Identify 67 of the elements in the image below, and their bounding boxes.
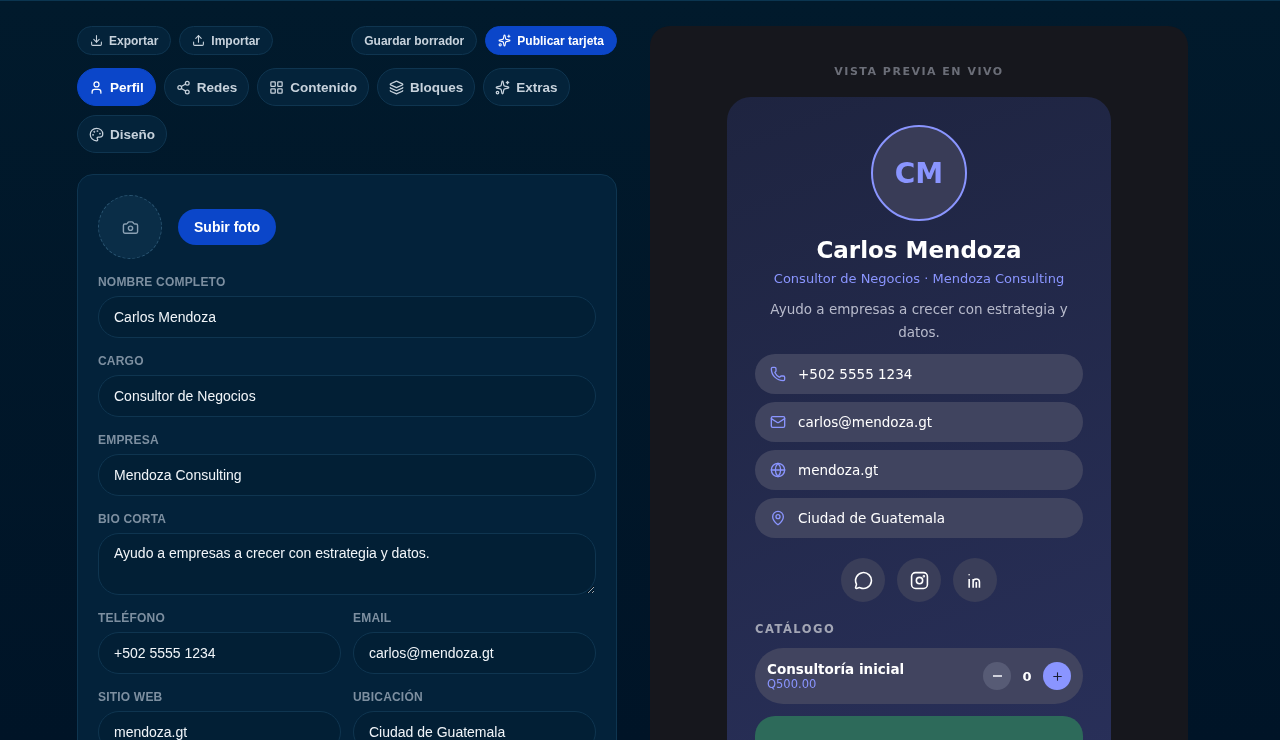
contact-row[interactable]: Ciudad de Guatemala	[755, 498, 1083, 538]
input-field[interactable]: +502 5555 1234	[98, 632, 341, 674]
catalog-heading: CATÁLOGO	[755, 622, 836, 636]
publish-button[interactable]: Publicar tarjeta	[485, 26, 617, 55]
input-field[interactable]: Mendoza Consulting	[98, 454, 596, 496]
contact-row[interactable]: carlos@mendoza.gt	[755, 402, 1083, 442]
profile-name: Carlos Mendoza	[816, 237, 1022, 263]
map-pin-icon	[770, 510, 786, 526]
field-label: BIO CORTA	[98, 512, 168, 526]
increase-button[interactable]	[1043, 662, 1071, 690]
user-icon	[89, 79, 104, 95]
contact-row[interactable]: +502 5555 1234	[755, 354, 1083, 394]
item-price: Q500.00	[767, 677, 818, 691]
field-label: CARGO	[98, 354, 145, 368]
field-label: NOMBRE COMPLETO	[98, 275, 227, 289]
grid-icon	[269, 79, 285, 95]
sparkles-icon	[495, 79, 511, 95]
contact-text: mendoza.gt	[798, 462, 879, 478]
upload-icon	[192, 34, 206, 47]
quantity: 0	[1021, 668, 1033, 684]
mail-icon	[770, 414, 786, 430]
upload-photo-button[interactable]: Subir foto	[178, 209, 277, 245]
bio-field[interactable]: Ayudo a empresas a crecer con estrategia y datos.	[98, 533, 596, 595]
social-button[interactable]	[953, 558, 997, 602]
avatar-initials: CM	[871, 125, 967, 221]
field-label: SITIO WEB	[98, 690, 164, 704]
tab[interactable]: Bloques	[377, 68, 476, 106]
social-button[interactable]	[841, 558, 885, 602]
camera-icon	[121, 218, 139, 236]
save-draft-button[interactable]: Guardar borrador	[351, 26, 478, 55]
tab[interactable]: Contenido	[257, 68, 370, 106]
input-field[interactable]: carlos@mendoza.gt	[353, 632, 596, 674]
export-button[interactable]: Exportar	[77, 26, 172, 55]
layers-icon	[389, 79, 405, 95]
item-name: Consultoría inicial	[767, 661, 905, 677]
palette-icon	[89, 126, 104, 142]
profile-bio: Ayudo a empresas a crecer con estrategia y datos.	[769, 300, 1069, 342]
input-field[interactable]: Consultor de Negocios	[98, 375, 596, 417]
instagram-icon	[909, 570, 929, 590]
download-icon	[90, 34, 103, 47]
social-button[interactable]	[897, 558, 941, 602]
field-label: UBICACIÓN	[353, 690, 424, 704]
input-field[interactable]: Ciudad de Guatemala	[353, 711, 596, 740]
import-button[interactable]: Importar	[179, 26, 274, 55]
preview-heading: VISTA PREVIA EN VIVO	[834, 65, 1004, 78]
tab[interactable]: Diseño	[77, 115, 167, 153]
chat-bubble-icon	[853, 570, 873, 590]
field-label: EMPRESA	[98, 433, 160, 447]
input-field[interactable]: Carlos Mendoza	[98, 296, 596, 338]
tab[interactable]: Redes	[163, 68, 250, 106]
tab[interactable]: Extras	[483, 68, 570, 106]
contact-row[interactable]: mendoza.gt	[755, 450, 1083, 490]
sparkles-icon	[498, 34, 512, 47]
plus-icon	[1050, 669, 1064, 683]
profile-subtitle: Consultor de Negocios · Mendoza Consulting	[773, 271, 1065, 286]
decrease-button[interactable]	[983, 662, 1011, 690]
contact-text: +502 5555 1234	[798, 366, 913, 382]
phone-icon	[770, 366, 786, 382]
globe-icon	[770, 462, 786, 478]
share-icon	[175, 79, 191, 95]
field-label: EMAIL	[353, 611, 393, 625]
field-label: TELÉFONO	[98, 611, 166, 625]
input-field[interactable]: mendoza.gt	[98, 711, 341, 740]
contact-text: carlos@mendoza.gt	[798, 414, 933, 430]
minus-icon	[992, 675, 1002, 677]
contact-text: Ciudad de Guatemala	[798, 510, 945, 526]
tab[interactable]: Perfil	[77, 68, 156, 106]
